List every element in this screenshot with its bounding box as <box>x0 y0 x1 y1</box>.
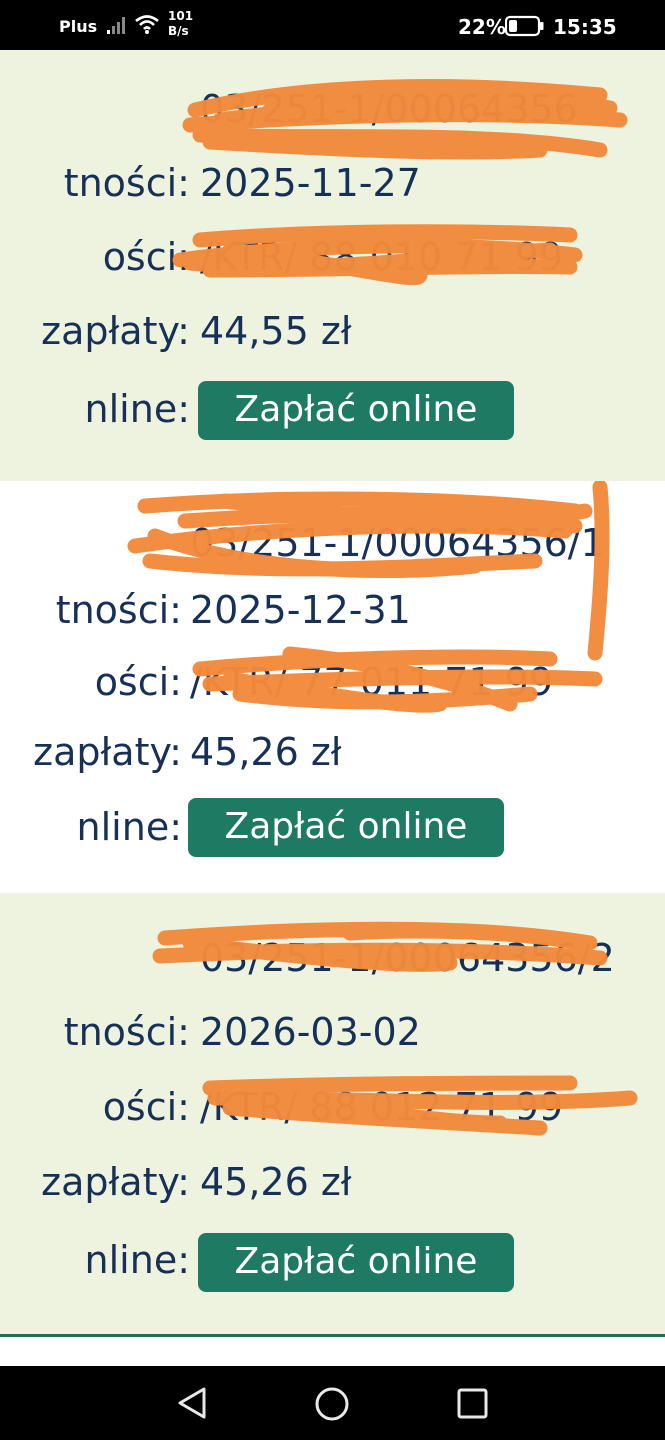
list-bottom <box>0 1337 665 1366</box>
amount-value: 44,55 zł <box>200 309 352 353</box>
due-date-label: tności: <box>55 588 182 632</box>
clock: 15:35 <box>553 15 617 39</box>
back-icon[interactable] <box>176 1386 208 1420</box>
amount-label: zapłaty: <box>33 730 182 774</box>
invoice-card: 03/251-1/00064356 tności: 2025-11-27 ośc… <box>0 50 665 481</box>
payment-title-label: ości: <box>94 660 182 704</box>
pay-online-button[interactable]: Zapłać online <box>188 798 504 857</box>
status-bar: Plus 101 B/s 22% 15:35 <box>0 0 665 50</box>
due-date-label: tności: <box>63 1010 190 1054</box>
redaction-scribble <box>127 481 610 661</box>
amount-value: 45,26 zł <box>200 1160 352 1204</box>
network-rate-unit: B/s <box>168 24 189 38</box>
recents-icon[interactable] <box>457 1388 489 1420</box>
invoice-number: 03/251-1/00064356/2 <box>200 936 615 980</box>
signal-icon <box>107 17 125 34</box>
due-date-value: 2026-03-02 <box>200 1010 421 1054</box>
payment-title-label: ości: <box>102 1085 190 1129</box>
wifi-icon <box>135 15 159 34</box>
pay-online-label: nline: <box>76 805 182 849</box>
payment-title-label: ości: <box>102 235 190 279</box>
carrier-name: Plus <box>59 17 98 36</box>
amount-label: zapłaty: <box>41 309 190 353</box>
pay-online-button[interactable]: Zapłać online <box>198 1233 514 1292</box>
due-date-value: 2025-11-27 <box>200 161 421 205</box>
pay-online-button[interactable]: Zapłać online <box>198 381 514 440</box>
invoice-card: 03/251-1/00064356/1 tności: 2025-12-31 o… <box>0 481 665 893</box>
amount-value: 45,26 zł <box>190 730 342 774</box>
navigation-bar <box>0 1366 665 1440</box>
pay-online-label: nline: <box>84 387 190 431</box>
network-rate-value: 101 <box>168 9 194 23</box>
due-date-value: 2025-12-31 <box>190 588 411 632</box>
amount-label: zapłaty: <box>41 1160 190 1204</box>
pay-online-label: nline: <box>84 1238 190 1282</box>
battery-icon <box>505 15 544 37</box>
invoice-number: 03/251-1/00064356/1 <box>190 521 605 565</box>
due-date-label: tności: <box>63 161 190 205</box>
battery-percent: 22% <box>458 15 506 39</box>
payment-title-value: /KTR/ 77 011 71 99 <box>190 660 554 704</box>
invoice-card: 03/251-1/00064356/2 tności: 2026-03-02 o… <box>0 893 665 1337</box>
invoice-number: 03/251-1/00064356 <box>200 87 578 131</box>
home-icon[interactable] <box>314 1386 350 1422</box>
payment-title-value: /KTR/ 88 010 71 99 <box>200 235 564 279</box>
network-rate: 101 B/s <box>168 9 193 39</box>
payment-title-value: /KTR/ 88 012 71 99 <box>200 1085 564 1129</box>
